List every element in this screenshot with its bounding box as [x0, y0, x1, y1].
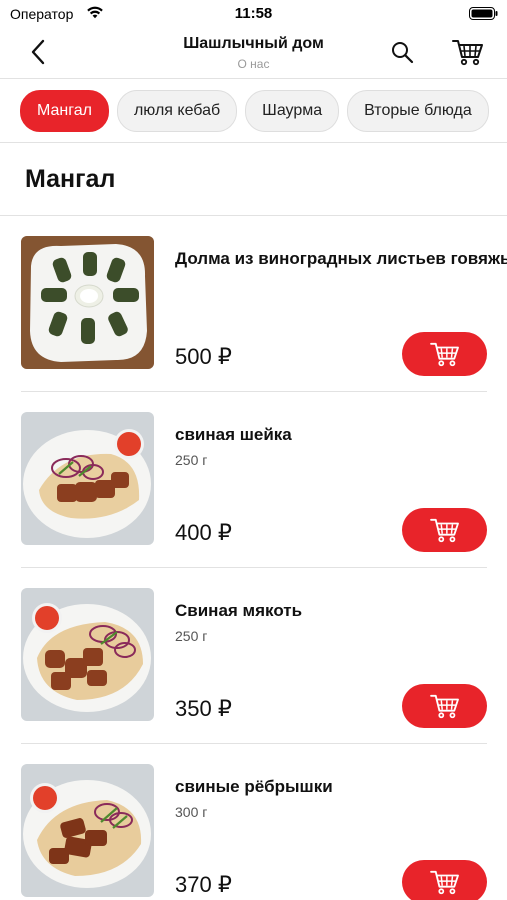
- nav-divider: [0, 78, 507, 79]
- screen: Оператор 11:58 Шашлычный дом О нас Манга…: [0, 0, 507, 900]
- battery-icon: [469, 7, 498, 20]
- cart-icon: [429, 870, 459, 895]
- cart-icon: [429, 518, 459, 543]
- nav-title-block[interactable]: Шашлычный дом О нас: [120, 34, 387, 72]
- product-name[interactable]: Свиная мякоть: [175, 601, 507, 621]
- product-item[interactable]: свиные рёбрышки 300 г 370 ₽: [0, 744, 507, 900]
- search-button[interactable]: [386, 36, 418, 68]
- back-button[interactable]: [22, 36, 54, 68]
- category-tabs: Мангал люля кебаб Шаурма Вторые блюда: [20, 90, 489, 132]
- category-tab-main-dishes[interactable]: Вторые блюда: [347, 90, 489, 132]
- status-time: 11:58: [234, 5, 273, 22]
- section-title: Мангал: [25, 165, 116, 193]
- add-to-cart-button[interactable]: [402, 684, 487, 728]
- product-weight: 250 г: [175, 452, 208, 468]
- product-name[interactable]: свиные рёбрышки: [175, 777, 507, 797]
- product-image[interactable]: [21, 764, 154, 897]
- product-item[interactable]: свиная шейка 250 г 400 ₽: [0, 392, 507, 568]
- add-to-cart-button[interactable]: [402, 332, 487, 376]
- product-name[interactable]: Долма из виноградных листьев говяжья: [175, 249, 507, 269]
- navigation-bar: Шашлычный дом О нас: [0, 28, 507, 78]
- cart-icon: [452, 40, 483, 66]
- status-bar: Оператор 11:58: [0, 0, 507, 28]
- page-title: Шашлычный дом: [183, 35, 324, 52]
- add-to-cart-button[interactable]: [402, 508, 487, 552]
- dolma-plate-image: [21, 236, 154, 369]
- add-to-cart-button[interactable]: [402, 860, 487, 900]
- category-tab-lyulya-kebab[interactable]: люля кебаб: [116, 90, 238, 132]
- product-price: 400 ₽: [175, 520, 232, 545]
- product-price: 350 ₽: [175, 696, 232, 721]
- chips-divider: [0, 142, 507, 143]
- product-item[interactable]: Свиная мякоть 250 г 350 ₽: [0, 568, 507, 744]
- product-name[interactable]: свиная шейка: [175, 425, 507, 445]
- pork-ribs-plate-image: [21, 764, 154, 897]
- product-image[interactable]: [21, 236, 154, 369]
- category-tab-shaurma[interactable]: Шаурма: [245, 90, 340, 132]
- category-tab-mangal[interactable]: Мангал: [20, 90, 109, 132]
- pork-neck-plate-image: [21, 412, 154, 545]
- cart-icon: [429, 694, 459, 719]
- search-icon: [392, 42, 414, 64]
- pork-meat-plate-image: [21, 588, 154, 721]
- product-weight: 250 г: [175, 628, 208, 644]
- cart-button[interactable]: [450, 36, 486, 68]
- cart-icon: [429, 342, 459, 367]
- about-link[interactable]: О нас: [120, 56, 387, 72]
- product-image[interactable]: [21, 588, 154, 721]
- product-weight: 300 г: [175, 804, 208, 820]
- chevron-left-icon: [31, 39, 45, 65]
- product-price: 370 ₽: [175, 872, 232, 897]
- product-item[interactable]: Долма из виноградных листьев говяжья 500…: [0, 216, 507, 392]
- product-image[interactable]: [21, 412, 154, 545]
- product-price: 500 ₽: [175, 344, 232, 369]
